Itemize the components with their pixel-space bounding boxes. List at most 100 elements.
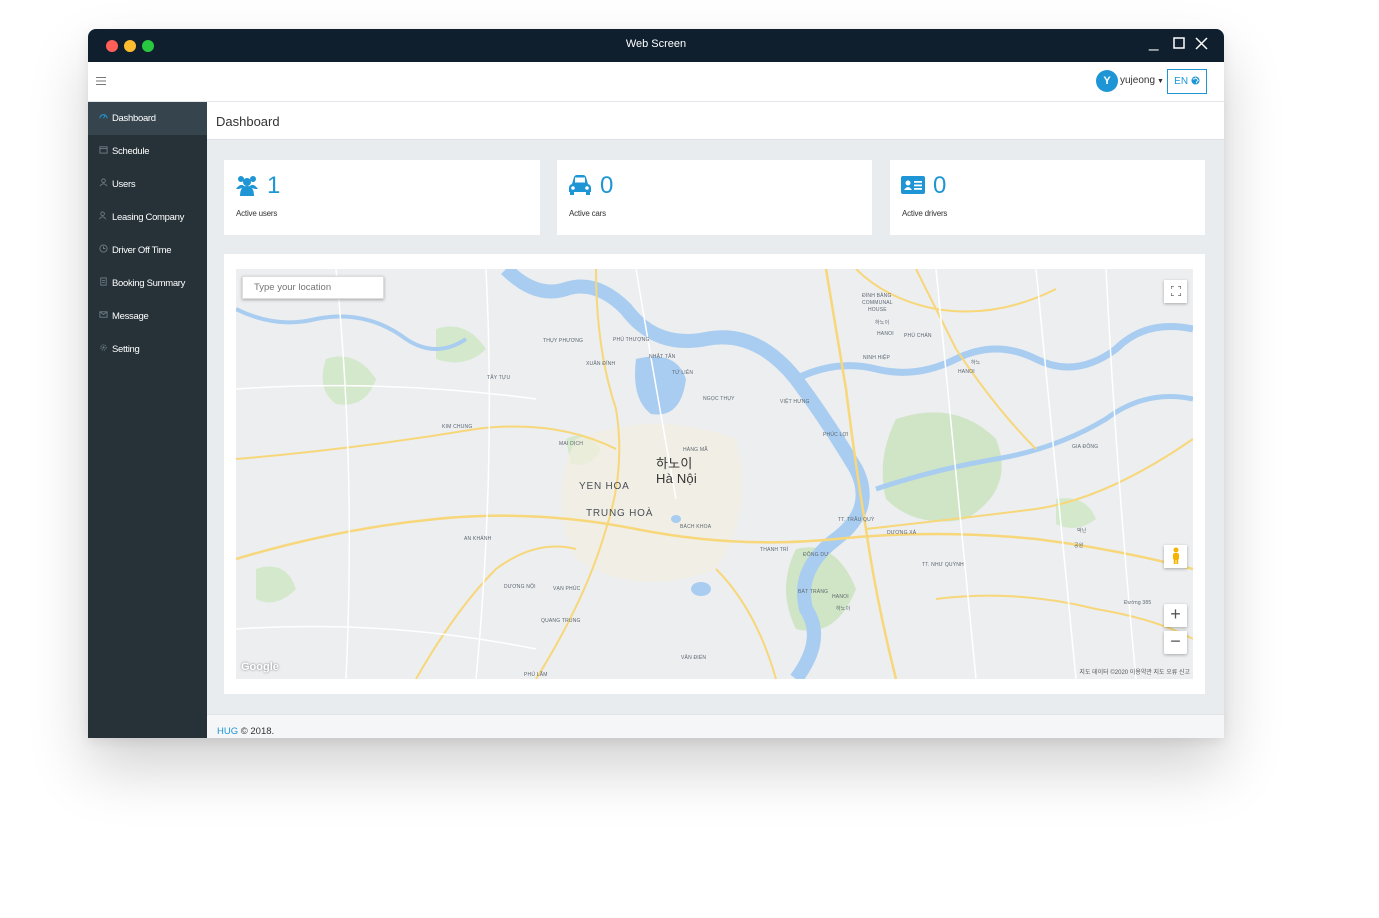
clock-icon <box>99 234 109 267</box>
map-label: ĐÔNG DƯ <box>803 552 829 558</box>
sidebar-item-dashboard[interactable]: Dashboard <box>88 102 207 135</box>
sidebar: Dashboard Schedule Users Leasing Company… <box>88 102 207 738</box>
map[interactable]: ĐÌNH BẢNG COMMUNAL HOUSE PHÙ CHẨN NINH H… <box>236 269 1193 679</box>
dashboard-icon <box>99 102 109 135</box>
car-icon <box>568 174 592 198</box>
stat-value: 0 <box>600 172 614 199</box>
map-label: Đường 385 <box>1124 600 1152 606</box>
window-title: Web Screen <box>625 38 687 50</box>
title-bar: Web Screen _ <box>88 29 1224 62</box>
sidebar-item-label: Booking Summary <box>112 278 186 289</box>
sidebar-item-label: Setting <box>112 344 140 355</box>
user-menu[interactable]: yujeong ▼ <box>1120 75 1164 86</box>
message-icon <box>99 300 109 333</box>
map-label: 공원 <box>1074 543 1084 549</box>
location-search-input[interactable] <box>242 276 384 299</box>
map-label: GIA ĐÔNG <box>1072 444 1099 450</box>
map-label: COMMUNAL <box>862 300 893 306</box>
fullscreen-icon <box>1169 285 1182 297</box>
document-icon <box>99 267 109 300</box>
map-label: PHÙ CHẨN <box>904 333 932 339</box>
street-view-button[interactable] <box>1164 545 1187 568</box>
map-label: TÂY TỰU <box>487 375 511 381</box>
map-label: TT. TRÂU QUỲ <box>838 517 875 523</box>
map-label: BÁT TRÀNG <box>798 589 829 595</box>
map-label: 하노이 <box>836 606 851 612</box>
maximize-icon[interactable] <box>1173 34 1185 54</box>
google-logo: Google <box>241 661 279 673</box>
zoom-out-button[interactable]: − <box>1164 631 1187 654</box>
map-label: KIM CHUNG <box>442 424 473 430</box>
users-icon <box>235 174 259 198</box>
sidebar-item-schedule[interactable]: Schedule <box>88 135 207 168</box>
people-icon <box>99 201 109 234</box>
stat-card-users: 1 Active users <box>224 160 540 235</box>
map-label: THỤY PHƯƠNG <box>543 338 584 344</box>
map-label: TRUNG HOÀ <box>586 508 654 519</box>
globe-icon <box>1191 76 1200 87</box>
page-title: Dashboard <box>216 114 280 129</box>
stat-card-cars: 0 Active cars <box>557 160 872 235</box>
map-label: 박닌 <box>1077 528 1087 534</box>
sidebar-item-label: Leasing Company <box>112 212 185 223</box>
map-label: HANOI <box>877 331 894 337</box>
map-label: VẠN PHÚC <box>553 586 581 592</box>
top-bar: Y yujeong ▼ EN <box>88 62 1224 102</box>
language-label: EN <box>1174 76 1189 87</box>
language-button[interactable]: EN <box>1167 69 1207 94</box>
map-label: PHÚ THƯỢNG <box>613 337 650 343</box>
close-icon[interactable] <box>1195 34 1208 55</box>
sidebar-item-label: Schedule <box>112 146 150 157</box>
stat-label: Active drivers <box>902 209 948 218</box>
fullscreen-button[interactable] <box>1164 280 1187 303</box>
map-label: HANOI <box>832 594 849 600</box>
avatar[interactable]: Y <box>1096 70 1118 92</box>
stat-value: 1 <box>267 172 281 199</box>
hamburger-menu-icon[interactable] <box>96 73 106 91</box>
map-attribution[interactable]: 지도 데이터 ©2020 이용약관 지도 오류 신고 <box>1079 667 1190 676</box>
stat-label: Active cars <box>569 209 606 218</box>
sidebar-item-label: Dashboard <box>112 113 156 124</box>
minimize-icon[interactable]: _ <box>1149 32 1158 52</box>
map-label: MAI DỊCH <box>559 441 584 447</box>
map-label-city-ko: 하노이 <box>656 456 693 471</box>
calendar-icon <box>99 135 109 168</box>
zoom-in-button[interactable]: + <box>1164 604 1187 627</box>
map-label: HOUSE <box>868 307 887 313</box>
footer-copyright: © 2018. <box>238 726 275 737</box>
gear-icon <box>99 333 109 366</box>
sidebar-item-booking-summary[interactable]: Booking Summary <box>88 267 207 300</box>
stat-label: Active users <box>236 209 278 218</box>
footer: HUG © 2018. <box>207 714 1224 738</box>
footer-brand-link[interactable]: HUG <box>217 726 238 737</box>
app-window: Web Screen _ Y yujeong ▼ EN Dashboard Sch… <box>88 29 1224 738</box>
map-label: BÁCH KHOA <box>680 524 712 530</box>
sidebar-item-setting[interactable]: Setting <box>88 333 207 366</box>
sidebar-item-driver-off-time[interactable]: Driver Off Time <box>88 234 207 267</box>
map-label: TT. NHƯ QUỲNH <box>922 562 964 568</box>
stat-card-drivers: 0 Active drivers <box>890 160 1205 235</box>
pegman-icon <box>1172 547 1179 564</box>
page-header: Dashboard <box>207 102 1224 140</box>
map-label: NHẬT TÂN <box>649 354 676 360</box>
map-label: HANOI <box>958 369 975 375</box>
stat-value: 0 <box>933 172 947 199</box>
id-card-icon <box>901 174 925 198</box>
map-label-city: Hà Nội <box>656 471 697 486</box>
map-label: NINH HIỆP <box>863 355 891 361</box>
sidebar-item-leasing-company[interactable]: Leasing Company <box>88 201 207 234</box>
map-label: AN KHÁNH <box>464 536 492 542</box>
map-label: ĐÌNH BẢNG <box>862 293 892 299</box>
user-name: yujeong <box>1120 75 1156 86</box>
map-label: YEN HOA <box>579 481 630 492</box>
sidebar-item-label: Users <box>112 179 136 190</box>
map-label: DƯƠNG NỘI <box>504 584 536 590</box>
sidebar-item-message[interactable]: Message <box>88 300 207 333</box>
user-icon <box>99 168 109 201</box>
map-label: HÀNG MÃ <box>683 447 708 453</box>
sidebar-item-label: Message <box>112 311 149 322</box>
map-label: DƯƠNG XÁ <box>887 530 917 536</box>
map-label: THANH TRÌ <box>760 547 789 553</box>
map-label: VIỆT HƯNG <box>780 399 810 405</box>
sidebar-item-users[interactable]: Users <box>88 168 207 201</box>
